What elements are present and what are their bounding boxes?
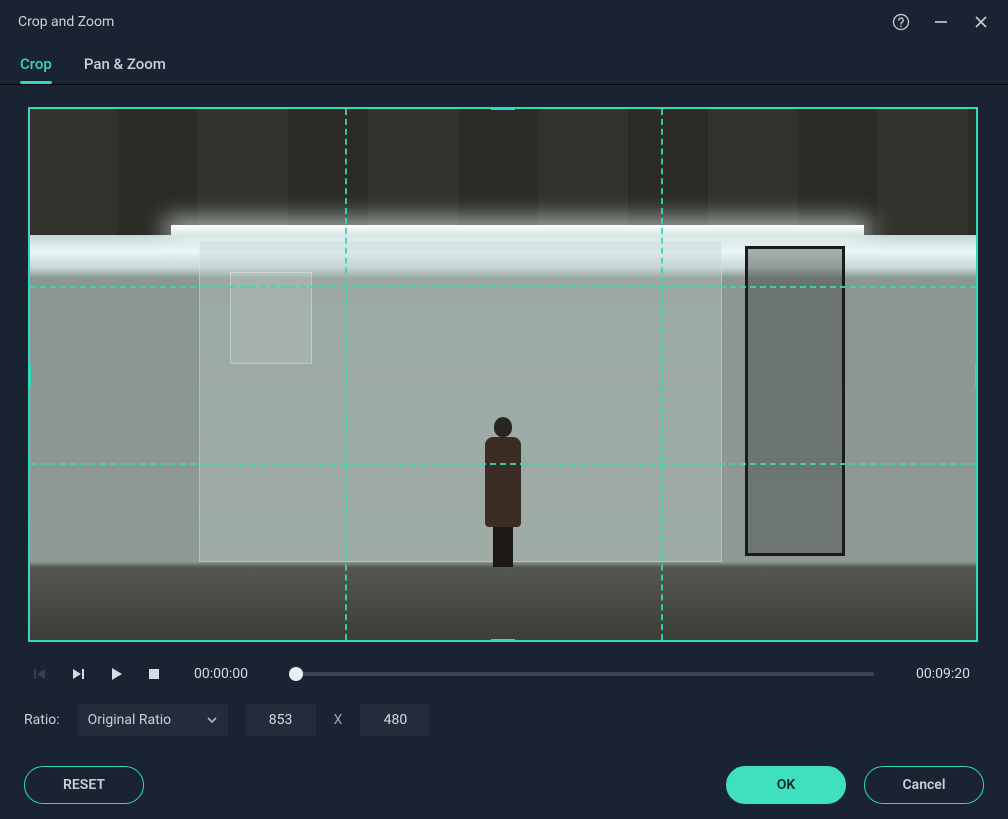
footer-buttons: RESET OK Cancel — [0, 736, 1008, 804]
minimize-icon[interactable] — [932, 13, 950, 31]
video-frame[interactable] — [28, 107, 978, 642]
cancel-button[interactable]: Cancel — [864, 766, 984, 804]
preview-area — [28, 107, 980, 642]
height-value: 480 — [384, 712, 408, 728]
ratio-controls: Ratio: Original Ratio 853 X 480 — [0, 684, 1008, 736]
dimension-separator: X — [334, 712, 343, 728]
ok-button-label: OK — [777, 777, 796, 793]
tab-crop[interactable]: Crop — [20, 44, 52, 84]
playback-controls: 00:00:00 00:09:20 — [0, 652, 1008, 684]
tab-bar: Crop Pan & Zoom — [0, 44, 1008, 84]
width-input[interactable]: 853 — [246, 704, 316, 736]
tab-panzoom-label: Pan & Zoom — [84, 55, 166, 73]
width-value: 853 — [269, 712, 293, 728]
next-frame-icon[interactable] — [68, 664, 88, 684]
ratio-select[interactable]: Original Ratio — [78, 704, 228, 736]
ok-button[interactable]: OK — [726, 766, 846, 804]
reset-button[interactable]: RESET — [24, 766, 144, 804]
timeline-scrubber[interactable] — [290, 664, 874, 684]
titlebar: Crop and Zoom — [0, 0, 1008, 44]
prev-frame-icon[interactable] — [30, 664, 50, 684]
height-input[interactable]: 480 — [360, 704, 430, 736]
ratio-label: Ratio: — [24, 712, 60, 728]
video-content — [28, 107, 978, 642]
tab-panzoom[interactable]: Pan & Zoom — [84, 44, 166, 84]
total-time: 00:09:20 — [900, 666, 970, 682]
stop-icon[interactable] — [144, 664, 164, 684]
window-title: Crop and Zoom — [18, 14, 114, 30]
play-icon[interactable] — [106, 664, 126, 684]
current-time: 00:00:00 — [194, 666, 264, 682]
chevron-down-icon — [206, 714, 218, 726]
cancel-button-label: Cancel — [903, 777, 946, 793]
ratio-select-value: Original Ratio — [88, 712, 171, 728]
close-icon[interactable] — [972, 13, 990, 31]
tab-crop-label: Crop — [20, 55, 52, 73]
help-icon[interactable] — [892, 13, 910, 31]
reset-button-label: RESET — [63, 777, 105, 793]
scrubber-thumb[interactable] — [289, 667, 303, 681]
